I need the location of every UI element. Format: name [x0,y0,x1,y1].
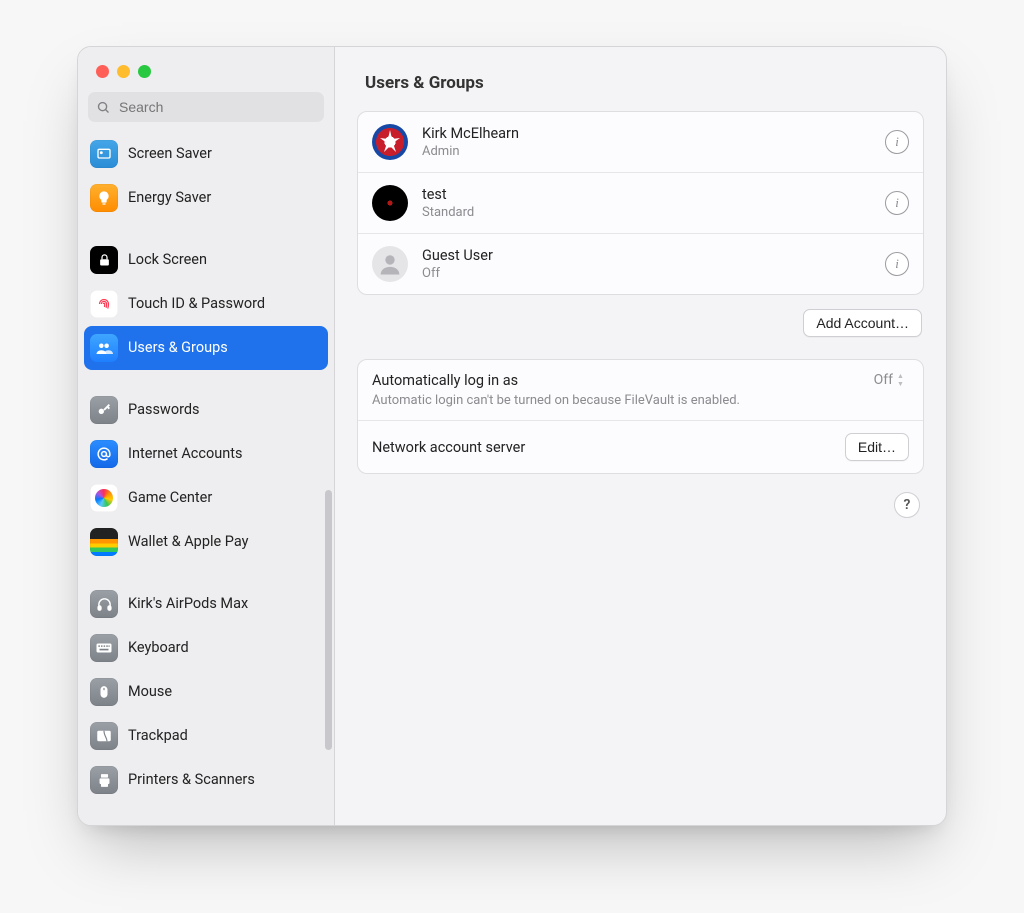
users-icon [90,334,118,362]
trackpad-icon [90,722,118,750]
sidebar-item-label: Internet Accounts [128,445,322,462]
auto-login-select[interactable]: Off ▲▼ [874,372,909,388]
sidebar-item-users-groups[interactable]: Users & Groups [84,326,328,370]
sidebar-item-label: Game Center [128,489,322,506]
user-name: Guest User [422,247,493,264]
minimize-window-button[interactable] [117,65,130,78]
content-header: Users & Groups [335,47,946,111]
lock-icon [90,246,118,274]
user-info-button[interactable]: i [885,130,909,154]
user-name: test [422,186,474,203]
sidebar-item-wallet-apple-pay[interactable]: Wallet & Apple Pay [84,520,328,564]
auto-login-description: Automatic login can't be turned on becau… [372,393,860,408]
window-controls [78,47,334,78]
sidebar-item-label: Energy Saver [128,189,322,206]
help-button[interactable]: ? [894,492,920,518]
wallet-icon [90,528,118,556]
bulb-icon [90,184,118,212]
users-list-card: Kirk McElhearn Admin i test Standard i [357,111,924,295]
page-title: Users & Groups [365,73,916,93]
sidebar: Screen Saver Energy Saver Lock Scree [78,47,335,825]
user-info-button[interactable]: i [885,191,909,215]
sidebar-nav: Screen Saver Energy Saver Lock Scree [78,130,334,812]
network-server-title: Network account server [372,439,831,456]
user-row[interactable]: Kirk McElhearn Admin i [358,112,923,172]
auto-login-title: Automatically log in as [372,372,860,389]
user-avatar [372,185,408,221]
sidebar-item-label: Trackpad [128,727,322,744]
auto-login-row: Automatically log in as Automatic login … [358,360,923,420]
sidebar-item-internet-accounts[interactable]: Internet Accounts [84,432,328,476]
search-icon [96,100,111,115]
fingerprint-icon [90,290,118,318]
network-server-row: Network account server Edit… [358,420,923,473]
at-sign-icon [90,440,118,468]
sidebar-item-passwords[interactable]: Passwords [84,388,328,432]
chevron-up-down-icon: ▲▼ [897,372,909,388]
sidebar-item-label: Lock Screen [128,251,322,268]
key-icon [90,396,118,424]
sidebar-item-game-center[interactable]: Game Center [84,476,328,520]
sidebar-item-lock-screen[interactable]: Lock Screen [84,238,328,282]
game-center-icon [90,484,118,512]
user-avatar [372,124,408,160]
sidebar-item-label: Users & Groups [128,339,322,356]
keyboard-icon [90,634,118,662]
login-settings-card: Automatically log in as Automatic login … [357,359,924,474]
sidebar-item-label: Mouse [128,683,322,700]
user-role: Standard [422,205,474,220]
sidebar-item-touch-id-password[interactable]: Touch ID & Password [84,282,328,326]
auto-login-value: Off [874,372,893,388]
search-input[interactable] [117,98,316,116]
sidebar-item-label: Passwords [128,401,322,418]
user-role: Admin [422,144,519,159]
user-row[interactable]: Guest User Off i [358,233,923,294]
sidebar-item-label: Kirk's AirPods Max [128,595,322,612]
sidebar-scrollbar[interactable] [325,490,332,750]
sidebar-item-keyboard[interactable]: Keyboard [84,626,328,670]
sidebar-item-label: Keyboard [128,639,322,656]
sidebar-item-label: Screen Saver [128,145,322,162]
sidebar-item-mouse[interactable]: Mouse [84,670,328,714]
close-window-button[interactable] [96,65,109,78]
sidebar-item-label: Printers & Scanners [128,771,322,788]
user-role: Off [422,266,493,281]
sidebar-item-screen-saver[interactable]: Screen Saver [84,132,328,176]
sidebar-item-trackpad[interactable]: Trackpad [84,714,328,758]
main-pane: Users & Groups Kirk McElhearn Admin i [335,47,946,825]
add-account-button[interactable]: Add Account… [803,309,922,337]
user-row[interactable]: test Standard i [358,172,923,233]
sidebar-item-label: Touch ID & Password [128,295,322,312]
user-avatar [372,246,408,282]
network-server-edit-button[interactable]: Edit… [845,433,909,461]
sidebar-item-label: Wallet & Apple Pay [128,533,322,550]
sidebar-item-printers-scanners[interactable]: Printers & Scanners [84,758,328,802]
printer-icon [90,766,118,794]
user-name: Kirk McElhearn [422,125,519,142]
system-settings-window: Screen Saver Energy Saver Lock Scree [77,46,947,826]
headphones-icon [90,590,118,618]
screen-saver-icon [90,140,118,168]
user-info-button[interactable]: i [885,252,909,276]
mouse-icon [90,678,118,706]
sidebar-item-airpods-max[interactable]: Kirk's AirPods Max [84,582,328,626]
zoom-window-button[interactable] [138,65,151,78]
search-field[interactable] [88,92,324,122]
sidebar-item-energy-saver[interactable]: Energy Saver [84,176,328,220]
